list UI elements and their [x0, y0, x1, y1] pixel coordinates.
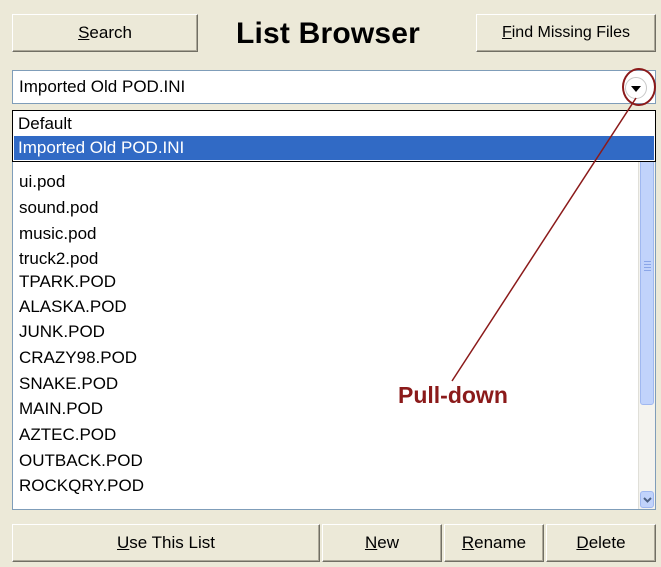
list-select-combobox[interactable]: Imported Old POD.INI: [12, 70, 656, 104]
delete-button[interactable]: Delete: [546, 524, 656, 562]
use-list-label-rest: se This List: [129, 533, 215, 552]
scrollbar-thumb[interactable]: [640, 147, 654, 405]
list-item[interactable]: ROCKQRY.POD: [19, 475, 144, 497]
list-item[interactable]: music.pod: [19, 223, 96, 245]
scroll-down-button[interactable]: [640, 491, 654, 508]
rename-button[interactable]: Rename: [444, 524, 544, 562]
list-item[interactable]: JUNK.POD: [19, 321, 105, 343]
rename-label-rest: ename: [474, 533, 527, 552]
list-item[interactable]: MAIN.POD: [19, 398, 103, 420]
list-item[interactable]: SNAKE.POD: [19, 373, 118, 395]
search-mnemonic: S: [78, 23, 90, 42]
rename-mnemonic: R: [461, 533, 475, 552]
chevron-down-icon[interactable]: [625, 77, 647, 99]
dropdown-option-imported[interactable]: Imported Old POD.INI: [14, 136, 654, 160]
new-button[interactable]: New: [322, 524, 442, 562]
list-item[interactable]: ALASKA.POD: [19, 296, 127, 318]
find-missing-files-button[interactable]: Find Missing Files: [476, 14, 656, 52]
new-mnemonic: N: [364, 533, 378, 552]
chevron-down-icon: [642, 496, 652, 503]
combo-selected-value: Imported Old POD.INI: [19, 77, 186, 96]
vertical-scrollbar[interactable]: [638, 111, 655, 509]
list-item[interactable]: ui.pod: [19, 171, 65, 193]
use-this-list-button[interactable]: Use This List: [12, 524, 320, 562]
list-item[interactable]: AZTEC.POD: [19, 424, 116, 446]
pod-file-list[interactable]: ui.pod sound.pod music.pod truck2.pod TP…: [12, 110, 656, 510]
search-label-rest: earch: [89, 23, 132, 42]
page-title: List Browser: [235, 17, 421, 50]
annotation-label: Pull-down: [398, 382, 508, 408]
list-item[interactable]: CRAZY98.POD: [19, 347, 137, 369]
use-list-mnemonic: U: [117, 533, 130, 552]
delete-label-rest: elete: [588, 533, 626, 552]
find-missing-label-rest: ind Missing Files: [511, 24, 631, 41]
dropdown-option-default[interactable]: Default: [14, 112, 654, 136]
find-missing-mnemonic: F: [501, 24, 512, 41]
delete-mnemonic: D: [576, 533, 589, 552]
combo-dropdown-list[interactable]: Default Imported Old POD.INI: [12, 110, 656, 162]
list-item[interactable]: TPARK.POD: [19, 271, 116, 293]
list-item[interactable]: OUTBACK.POD: [19, 450, 143, 472]
new-label-rest: ew: [377, 533, 399, 552]
list-item[interactable]: truck2.pod: [19, 248, 98, 270]
search-button[interactable]: Search: [12, 14, 198, 52]
list-item[interactable]: sound.pod: [19, 197, 98, 219]
